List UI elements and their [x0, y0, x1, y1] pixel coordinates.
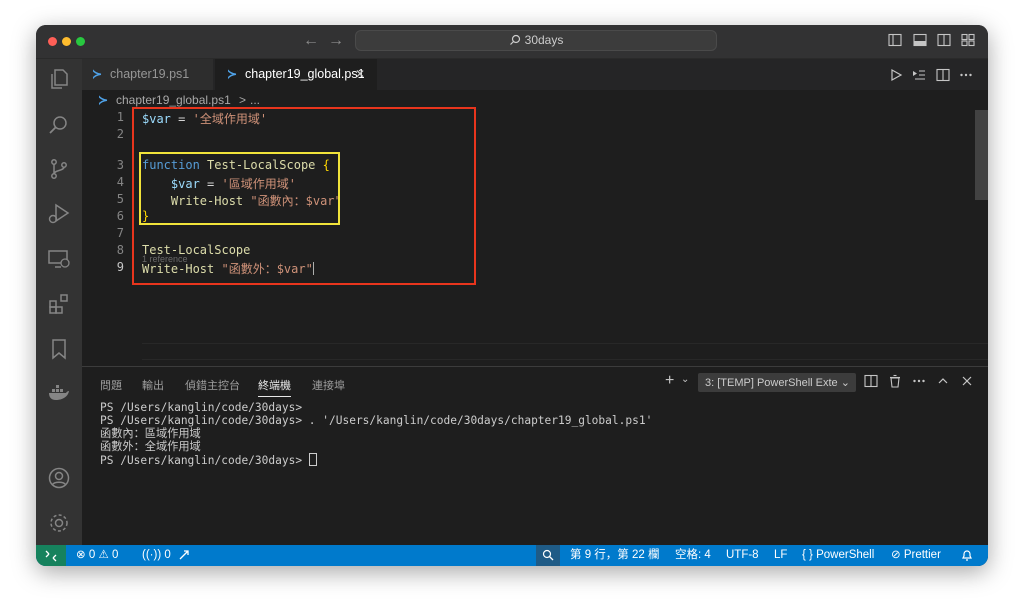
- run-selection-icon[interactable]: [912, 68, 926, 82]
- command-center[interactable]: 30days: [355, 30, 717, 51]
- customize-layout-icon[interactable]: [961, 33, 975, 47]
- maximize-panel-icon[interactable]: [936, 374, 950, 388]
- chevron-down-icon[interactable]: ⌄: [681, 374, 695, 388]
- bottom-panel: 問題 輸出 偵錯主控台 終端機 連接埠 + ⌄ 3: [TEMP] PowerS…: [82, 366, 988, 546]
- line-number: 4: [116, 175, 124, 189]
- terminal-line: PS /Users/kanglin/code/30days>: [100, 454, 309, 467]
- source-control-icon[interactable]: [47, 157, 71, 181]
- broadcast-icon: ((·)): [142, 549, 162, 561]
- forward-arrow-icon[interactable]: →: [328, 30, 344, 52]
- toggle-primary-sidebar-icon[interactable]: [888, 33, 902, 47]
- line-number: 2: [116, 127, 124, 141]
- remote-icon: [45, 550, 57, 562]
- vscode-window: ← → 30days ≻ chapter19.ps1 ≻ chapter19_g…: [36, 25, 988, 566]
- remote-indicator[interactable]: [36, 545, 66, 566]
- language-label: PowerShell: [816, 549, 875, 561]
- tab-label: chapter19_global.ps1: [245, 67, 365, 81]
- search-icon: [509, 34, 520, 45]
- notifications-bell-icon[interactable]: [961, 549, 973, 562]
- indentation[interactable]: 空格: 4: [675, 545, 711, 566]
- split-editor-icon[interactable]: [936, 68, 950, 82]
- powershell-icon: ≻: [98, 93, 109, 107]
- line-number: 5: [116, 192, 124, 206]
- zoom-icon: [542, 549, 554, 561]
- tab-label: chapter19.ps1: [110, 67, 190, 81]
- title-bar: ← → 30days: [36, 25, 988, 59]
- editor-scrollbar[interactable]: [975, 110, 988, 200]
- status-bar: ⊗ 0 ⚠ 0 ((·)) 0 第 9 行，第 22 欄 空格: 4 UTF-8…: [36, 545, 988, 566]
- terminal-line: PS /Users/kanglin/code/30days>: [100, 401, 303, 414]
- end-of-line[interactable]: LF: [774, 545, 787, 566]
- line-number: 7: [116, 226, 124, 240]
- terminal-select[interactable]: 3: [TEMP] PowerShell Exte ⌄: [698, 373, 856, 392]
- zoom-window-button[interactable]: [76, 37, 85, 46]
- close-panel-icon[interactable]: [960, 374, 974, 388]
- split-terminal-icon[interactable]: [864, 374, 878, 388]
- terminal-select-label: 3: [TEMP] PowerShell Exte: [705, 377, 838, 389]
- run-and-debug-icon[interactable]: [47, 202, 71, 226]
- tab-ports[interactable]: 連接埠: [312, 377, 345, 393]
- terminal-output[interactable]: PS /Users/kanglin/code/30days> PS /Users…: [100, 401, 652, 467]
- line-number: 9: [116, 260, 124, 274]
- command-center-label: 30days: [524, 33, 564, 47]
- zoom-indicator[interactable]: [536, 545, 560, 566]
- tab-chapter19-global[interactable]: ≻ chapter19_global.ps1 ✕: [215, 59, 377, 90]
- ports-count: 0: [164, 549, 171, 561]
- current-line-highlight: [142, 343, 988, 360]
- annotation-yellow-box: [139, 152, 340, 225]
- warning-count: 0: [111, 549, 119, 561]
- chevron-down-icon: ⌄: [840, 377, 850, 389]
- formatter-status[interactable]: ⊘ Prettier: [891, 545, 941, 566]
- tab-terminal[interactable]: 終端機: [258, 377, 291, 397]
- braces-icon: { }: [802, 549, 813, 561]
- close-window-button[interactable]: [48, 37, 57, 46]
- ports-indicator[interactable]: ((·)) 0: [142, 545, 171, 566]
- terminal-cursor: [308, 453, 317, 466]
- account-icon[interactable]: [47, 466, 71, 490]
- live-share-icon[interactable]: [178, 549, 190, 561]
- powershell-icon: ≻: [92, 67, 103, 81]
- extensions-icon[interactable]: [47, 292, 71, 316]
- minimize-window-button[interactable]: [62, 37, 71, 46]
- activity-bar: [36, 59, 82, 545]
- toggle-secondary-sidebar-icon[interactable]: [937, 33, 951, 47]
- remote-explorer-icon[interactable]: [47, 247, 71, 271]
- docker-icon[interactable]: [47, 381, 71, 405]
- powershell-icon: ≻: [227, 67, 238, 81]
- run-icon[interactable]: [889, 68, 903, 82]
- encoding[interactable]: UTF-8: [726, 545, 759, 566]
- more-actions-icon[interactable]: [912, 374, 926, 388]
- language-mode[interactable]: { } PowerShell: [802, 545, 874, 566]
- terminal-line: PS /Users/kanglin/code/30days> . '/Users…: [100, 414, 653, 427]
- formatter-label: Prettier: [903, 549, 941, 561]
- terminal-line: 函數內：區域作用域: [100, 427, 201, 440]
- line-number: 6: [116, 209, 124, 223]
- more-actions-icon[interactable]: [959, 68, 973, 82]
- tab-debug-console[interactable]: 偵錯主控台: [185, 377, 240, 393]
- kill-terminal-trash-icon[interactable]: [888, 374, 902, 388]
- problems-indicator[interactable]: ⊗ 0 ⚠ 0: [76, 545, 118, 566]
- cursor-position[interactable]: 第 9 行，第 22 欄: [570, 545, 659, 566]
- error-count: 0: [88, 549, 96, 561]
- close-tab-icon[interactable]: ✕: [355, 59, 365, 90]
- bookmark-icon[interactable]: [47, 337, 71, 361]
- search-icon[interactable]: [47, 113, 71, 137]
- prettier-check-icon: ⊘: [891, 549, 901, 561]
- new-terminal-icon[interactable]: +: [665, 372, 679, 389]
- line-number: 8: [116, 243, 124, 257]
- editor-tab-bar: ≻ chapter19.ps1 ≻ chapter19_global.ps1 ✕: [82, 59, 988, 90]
- terminal-line: 函數外：全域作用域: [100, 440, 201, 453]
- error-icon: ⊗: [76, 549, 86, 561]
- toggle-panel-icon[interactable]: [913, 33, 927, 47]
- tab-output[interactable]: 輸出: [142, 377, 164, 393]
- line-number: 1: [116, 110, 124, 124]
- back-arrow-icon[interactable]: ←: [303, 30, 319, 52]
- line-number: 3: [116, 158, 124, 172]
- manage-gear-icon[interactable]: [47, 511, 71, 535]
- explorer-icon[interactable]: [47, 67, 71, 91]
- tab-chapter19[interactable]: ≻ chapter19.ps1: [82, 59, 214, 90]
- warning-icon: ⚠: [98, 549, 109, 561]
- tab-problems[interactable]: 問題: [100, 377, 122, 393]
